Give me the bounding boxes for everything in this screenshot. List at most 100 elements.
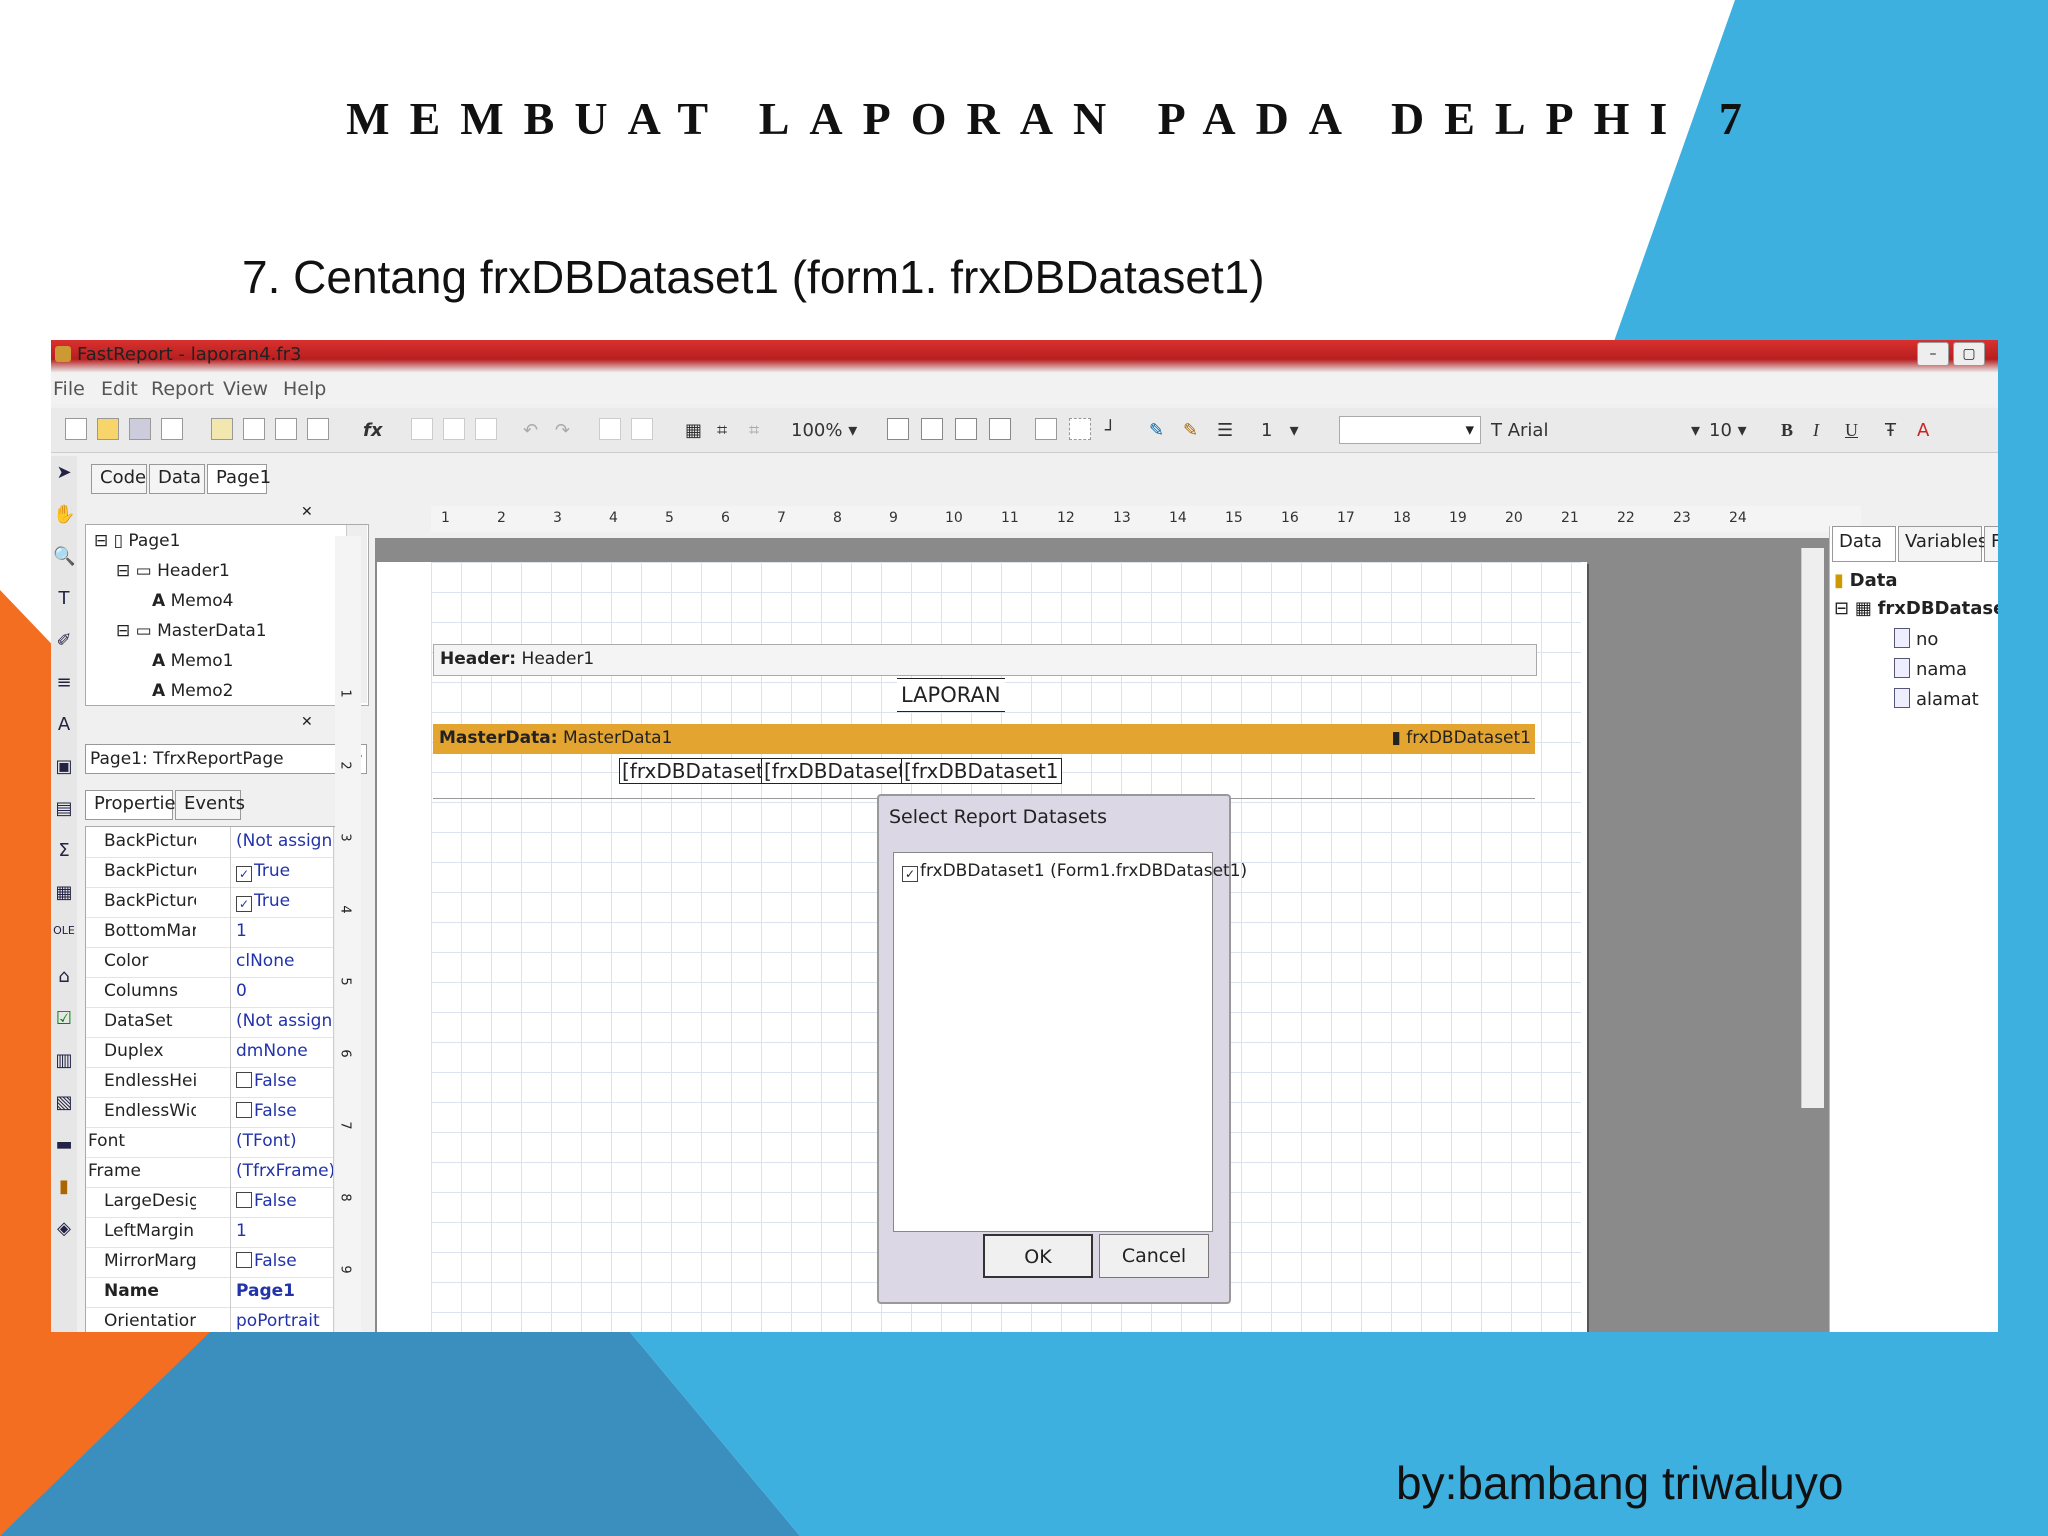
memo-no[interactable]: [frxDBDataset1 bbox=[619, 758, 780, 784]
dataset-checkbox[interactable]: ✓ bbox=[902, 866, 918, 882]
property-row[interactable]: BackPicturePrintable ✓True bbox=[86, 857, 352, 888]
font-settings-icon[interactable]: Ŧ bbox=[1885, 420, 1896, 441]
cancel-button[interactable]: Cancel bbox=[1099, 1234, 1209, 1278]
memo-alamat[interactable]: [frxDBDataset1 bbox=[901, 758, 1062, 784]
new-dialog-icon[interactable] bbox=[243, 418, 265, 440]
property-row[interactable]: BackPictureVisible ✓True bbox=[86, 887, 352, 918]
ole-object-icon[interactable]: OLE bbox=[53, 924, 75, 946]
tab-data-tree[interactable]: Data bbox=[1832, 526, 1896, 562]
property-row[interactable]: LeftMargin 1 bbox=[86, 1217, 352, 1248]
tree-item-header[interactable]: ⊟ ▭ Header1 bbox=[116, 561, 230, 581]
preview-icon[interactable] bbox=[161, 418, 183, 440]
format-copy-tool-icon[interactable]: ✐ bbox=[53, 630, 75, 652]
new-page-icon[interactable] bbox=[211, 418, 233, 440]
tab-variables[interactable]: Variables bbox=[1898, 526, 1987, 562]
shape-object-icon[interactable]: ◈ bbox=[53, 1218, 75, 1240]
rich-text-icon[interactable]: ⌂ bbox=[53, 966, 75, 988]
data-root[interactable]: ▮ Data bbox=[1834, 570, 1897, 591]
zoom-combo[interactable]: 100% ▾ bbox=[791, 420, 857, 441]
tab-events[interactable]: Events bbox=[175, 790, 245, 820]
tab-properties[interactable]: Properties bbox=[85, 790, 185, 820]
checkbox-object-icon[interactable]: ▦ bbox=[53, 882, 75, 904]
ok-button[interactable]: OK bbox=[983, 1234, 1093, 1278]
new-icon[interactable] bbox=[65, 418, 87, 440]
dataset-list-item[interactable]: ✓ frxDBDataset1 (Form1.frxDBDataset1) bbox=[902, 861, 1247, 882]
property-row[interactable]: DataSet (Not assigned) bbox=[86, 1007, 352, 1038]
system-text-icon[interactable]: Σ bbox=[53, 840, 75, 862]
menu-report[interactable]: Report bbox=[151, 378, 214, 400]
laporan-memo[interactable]: LAPORAN bbox=[897, 678, 1005, 712]
edit-text-tool-icon[interactable]: T bbox=[53, 588, 75, 610]
menu-view[interactable]: View bbox=[223, 378, 268, 400]
object-selector[interactable]: Page1: TfrxReportPage▾ bbox=[85, 744, 367, 774]
page-settings-icon[interactable] bbox=[307, 418, 329, 440]
bold-button[interactable]: B bbox=[1781, 420, 1793, 441]
tab-data[interactable]: Data bbox=[149, 464, 205, 494]
checkbox-icon[interactable]: ✓ bbox=[236, 896, 252, 912]
font-name-combo[interactable]: T Arial ▾ bbox=[1491, 420, 1700, 441]
property-row[interactable]: LargeDesignHeight False bbox=[86, 1187, 352, 1218]
menu-file[interactable]: File bbox=[53, 378, 85, 400]
select-tool-icon[interactable]: ➤ bbox=[53, 462, 75, 484]
frame-all-icon[interactable] bbox=[1035, 418, 1057, 440]
ungroup-icon[interactable] bbox=[631, 418, 653, 440]
property-row[interactable]: MirrorMargins False bbox=[86, 1247, 352, 1278]
hand-tool-icon[interactable]: ✋ bbox=[53, 504, 75, 526]
band-insert-icon[interactable]: ≡ bbox=[53, 672, 75, 694]
property-row[interactable]: Font (TFont) bbox=[86, 1127, 352, 1158]
checkbox-icon[interactable] bbox=[236, 1192, 252, 1208]
subreport-object-icon[interactable]: ▤ bbox=[53, 798, 75, 820]
property-row[interactable]: Color clNone bbox=[86, 947, 352, 978]
tab-functions[interactable]: Fu bbox=[1984, 526, 1998, 562]
function-icon[interactable]: fx bbox=[363, 420, 382, 441]
cut-icon[interactable] bbox=[411, 418, 433, 440]
frame-color-icon[interactable]: ✎ bbox=[1183, 420, 1198, 441]
design-vscrollbar[interactable] bbox=[1801, 548, 1824, 1108]
zoom-tool-icon[interactable]: 🔍 bbox=[53, 546, 75, 568]
frame-left-icon[interactable] bbox=[955, 418, 977, 440]
property-row[interactable]: BackPicture (Not assigned) bbox=[86, 827, 352, 858]
maximize-icon[interactable]: ▢ bbox=[1953, 342, 1985, 366]
fit-grid-icon[interactable]: ⌗ bbox=[749, 420, 759, 441]
paste-icon[interactable] bbox=[475, 418, 497, 440]
fill-color-icon[interactable]: ✎ bbox=[1149, 420, 1164, 441]
tree-item-page[interactable]: ⊟ ▯ Page1 bbox=[94, 531, 180, 551]
save-icon[interactable] bbox=[129, 418, 151, 440]
check-object-icon[interactable]: ☑ bbox=[53, 1008, 75, 1030]
menu-help[interactable]: Help bbox=[283, 378, 326, 400]
tree-item-memo4[interactable]: A Memo4 bbox=[152, 591, 233, 611]
style-combo[interactable]: ▾ bbox=[1339, 416, 1481, 444]
copy-icon[interactable] bbox=[443, 418, 465, 440]
frame-width-combo[interactable]: 1 ▾ bbox=[1261, 420, 1299, 441]
picture-object-icon[interactable]: ▣ bbox=[53, 756, 75, 778]
property-row[interactable]: EndlessHeight False bbox=[86, 1067, 352, 1098]
tab-page1[interactable]: Page1 bbox=[207, 464, 271, 494]
checkbox-icon[interactable] bbox=[236, 1102, 252, 1118]
tree-item-masterdata[interactable]: ⊟ ▭ MasterData1 bbox=[116, 621, 267, 641]
italic-button[interactable]: I bbox=[1813, 420, 1819, 441]
frame-bottom-icon[interactable] bbox=[921, 418, 943, 440]
barcode-object-icon[interactable]: ▧ bbox=[53, 1092, 75, 1114]
shadow-icon[interactable]: ┘ bbox=[1105, 420, 1116, 441]
tab-code[interactable]: Code bbox=[91, 464, 147, 494]
tree-item-memo2[interactable]: A Memo2 bbox=[152, 681, 233, 701]
close-icon[interactable]: ✕ bbox=[301, 504, 313, 520]
frame-top-icon[interactable] bbox=[887, 418, 909, 440]
checkbox-icon[interactable]: ✓ bbox=[236, 866, 252, 882]
minimize-icon[interactable]: – bbox=[1917, 342, 1949, 366]
field-node[interactable]: nama bbox=[1894, 658, 1967, 680]
frame-none-icon[interactable] bbox=[1069, 418, 1091, 440]
dataset-node[interactable]: ⊟ ▦ frxDBDataset1 bbox=[1834, 598, 1998, 619]
field-node[interactable]: no bbox=[1894, 628, 1938, 650]
menu-edit[interactable]: Edit bbox=[101, 378, 138, 400]
property-row[interactable]: Orientation poPortrait bbox=[86, 1307, 352, 1332]
property-row[interactable]: EndlessWidth False bbox=[86, 1097, 352, 1128]
header-band[interactable]: Header: Header1 bbox=[433, 644, 1537, 676]
checkbox-icon[interactable] bbox=[236, 1072, 252, 1088]
chart-object-icon[interactable]: ▮ bbox=[53, 1176, 75, 1198]
property-row[interactable]: Name Page1 bbox=[86, 1277, 352, 1308]
underline-button[interactable]: U bbox=[1845, 420, 1858, 441]
frame-style-icon[interactable]: ☰ bbox=[1217, 420, 1233, 441]
close-icon[interactable]: ✕ bbox=[301, 714, 313, 730]
group-icon[interactable] bbox=[599, 418, 621, 440]
